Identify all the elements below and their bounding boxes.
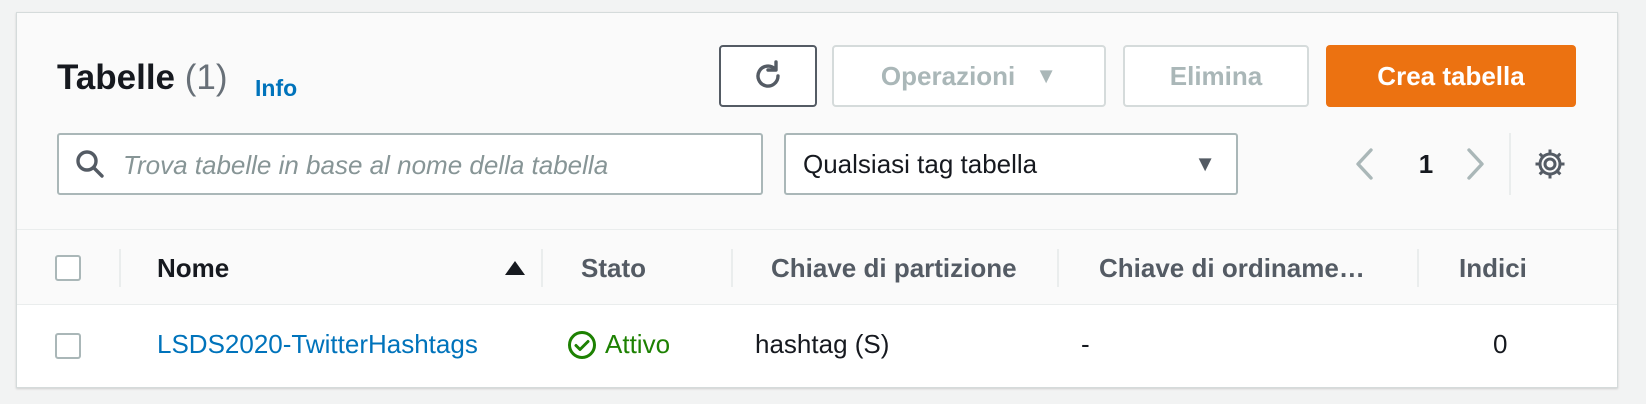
create-table-button[interactable]: Crea tabella xyxy=(1326,45,1576,107)
indexes-value: 0 xyxy=(1493,329,1508,359)
select-all-checkbox[interactable] xyxy=(55,255,81,281)
column-header-partition-key[interactable]: Chiave di partizione xyxy=(771,253,1017,284)
info-link[interactable]: Info xyxy=(255,75,297,102)
status-text: Attivo xyxy=(605,329,671,359)
column-divider xyxy=(541,249,543,287)
delete-button[interactable]: Elimina xyxy=(1123,45,1309,107)
sort-key-value: - xyxy=(1081,329,1090,359)
chevron-right-icon[interactable] xyxy=(1463,147,1487,181)
tag-filter-select[interactable]: Qualsiasi tag tabella ▼ xyxy=(784,133,1238,195)
column-header-sort-key[interactable]: Chiave di ordiname… xyxy=(1099,253,1365,284)
operations-label: Operazioni xyxy=(880,60,1016,91)
column-header-status[interactable]: Stato xyxy=(581,253,646,284)
operations-button[interactable]: Operazioni ▼ xyxy=(832,45,1106,107)
search-input[interactable] xyxy=(121,143,745,187)
panel-header: Tabelle (1) Info Operazioni ▼ Elimina Cr… xyxy=(17,13,1617,230)
sort-ascending-icon[interactable] xyxy=(505,261,525,275)
page-title: Tabelle (1) xyxy=(57,58,228,98)
table-row: LSDS2020-TwitterHashtags Attivo hashtag … xyxy=(17,305,1617,387)
search-icon xyxy=(76,150,104,178)
column-divider xyxy=(1057,249,1059,287)
refresh-icon xyxy=(756,60,780,88)
status-badge: Attivo xyxy=(567,329,670,360)
gear-icon[interactable] xyxy=(1533,147,1567,181)
table-header: Nome Stato Chiave di partizione Chiave d… xyxy=(17,229,1617,306)
tag-filter-value: Qualsiasi tag tabella xyxy=(803,148,1038,179)
create-label: Crea tabella xyxy=(1377,60,1525,91)
search-box xyxy=(57,133,763,195)
status-ok-icon xyxy=(568,330,596,359)
column-divider xyxy=(731,249,733,287)
delete-label: Elimina xyxy=(1169,60,1263,91)
table-count: (1) xyxy=(184,58,228,97)
chevron-left-icon[interactable] xyxy=(1353,147,1377,181)
tables-panel: Tabelle (1) Info Operazioni ▼ Elimina Cr… xyxy=(16,12,1618,388)
column-header-indexes[interactable]: Indici xyxy=(1459,253,1527,284)
caret-down-icon: ▼ xyxy=(1194,151,1216,176)
column-divider xyxy=(119,249,121,287)
refresh-button[interactable] xyxy=(719,45,817,107)
title-text: Tabelle xyxy=(57,58,176,97)
partition-key-value: hashtag (S) xyxy=(755,329,890,359)
current-page[interactable]: 1 xyxy=(1411,149,1441,180)
table-name-link[interactable]: LSDS2020-TwitterHashtags xyxy=(157,329,478,360)
column-header-name[interactable]: Nome xyxy=(157,253,229,284)
row-checkbox[interactable] xyxy=(55,333,81,359)
column-divider xyxy=(1417,249,1419,287)
divider xyxy=(1509,133,1511,195)
caret-down-icon: ▼ xyxy=(1035,63,1058,88)
